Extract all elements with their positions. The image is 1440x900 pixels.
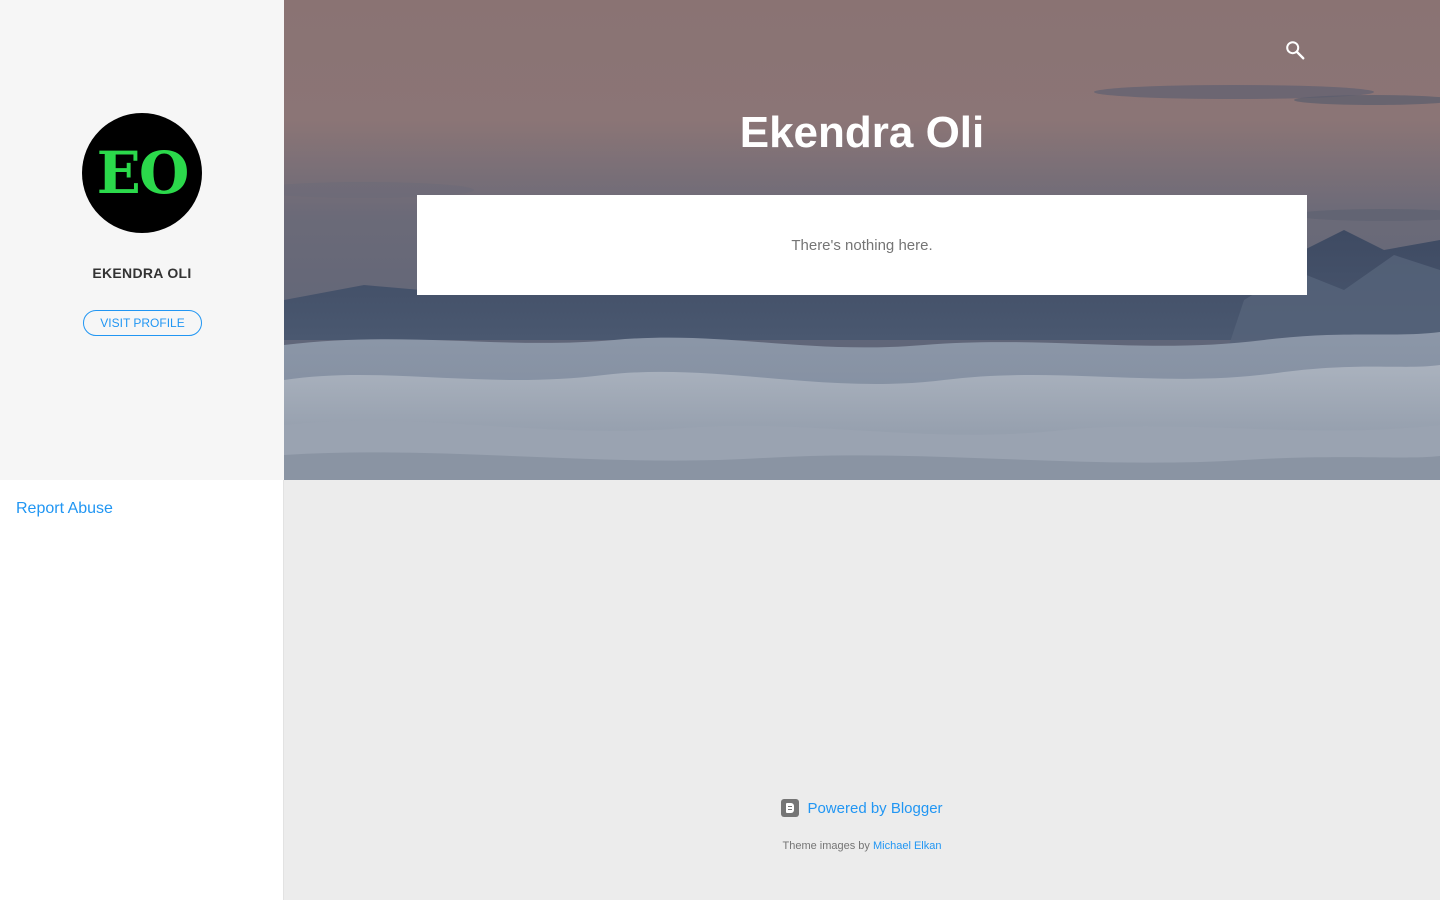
theme-images-prefix: Theme images by [782,840,870,852]
report-abuse-link[interactable]: Report Abuse [16,500,113,518]
avatar[interactable]: EO [82,113,202,233]
powered-by: Powered by Blogger [284,790,1440,826]
blogger-icon[interactable] [781,799,800,817]
sidebar: EO EKENDRA OLI VISIT PROFILE Report Abus… [0,0,284,900]
avatar-initials: EO [96,139,190,207]
search-icon[interactable] [1284,39,1306,61]
content-card: There's nothing here. [417,195,1307,295]
empty-message: There's nothing here. [791,236,933,254]
profile-panel: EO EKENDRA OLI VISIT PROFILE [0,0,284,480]
powered-by-blogger-link[interactable]: Powered by Blogger [807,800,942,817]
hero-header: Ekendra Oli There's nothing here. [284,0,1440,480]
visit-profile-button[interactable]: VISIT PROFILE [83,310,202,336]
theme-attribution: Theme images by Michael Elkan [284,840,1440,852]
footer: Powered by Blogger Theme images by Micha… [284,790,1440,852]
profile-name: EKENDRA OLI [92,265,192,281]
theme-author-link[interactable]: Michael Elkan [873,840,941,852]
page: EO EKENDRA OLI VISIT PROFILE Report Abus… [0,0,1440,900]
blog-title[interactable]: Ekendra Oli [284,108,1440,158]
